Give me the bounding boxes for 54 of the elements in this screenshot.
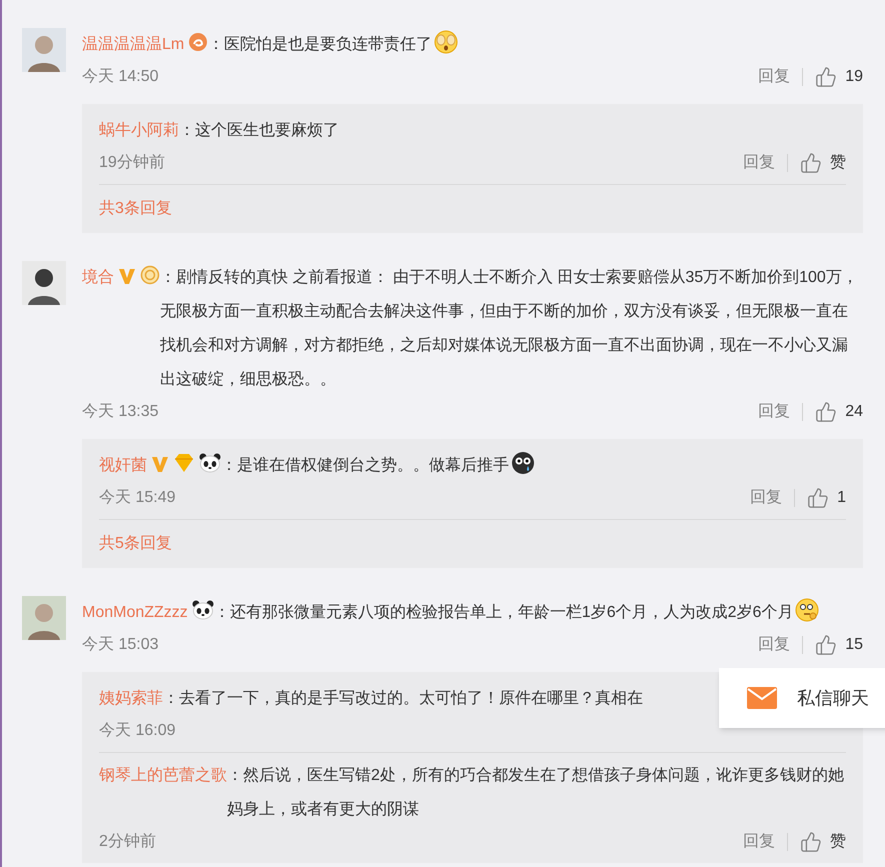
emoji-face-icon xyxy=(434,30,458,54)
comment-text: ：去看了一下，真的是手写改过的。太可怕了！原件在哪里？真相在 xyxy=(163,690,643,707)
timestamp: 今天 15:49 xyxy=(99,488,176,508)
username-link[interactable]: 蜗牛小阿莉 xyxy=(99,122,179,139)
timestamp: 今天 16:09 xyxy=(99,721,176,741)
username-link[interactable]: MonMonZZzzz xyxy=(82,604,188,621)
comment-text: ：还有那张微量元素八项的检验报告单上，年龄一栏1岁6个月，人为改成2岁6个月 xyxy=(214,604,794,621)
verified-badge-icon xyxy=(118,267,136,285)
reply-button[interactable]: 回复 xyxy=(758,633,790,657)
emoji-face-icon xyxy=(511,451,535,475)
verified-badge-icon xyxy=(151,455,169,473)
comment-text: ：剧情反转的真快 之前看报道： 由于不明人士不断介入 田女士索要赔偿从35万不断加价到100万，无限极方面一直积极主动配合去解决这件事，但由于不断的加价，双方没有谈妥，但无限极一直在找机会和对方调解，对方都拒绝，之后却对媒体说无限极方面一直不出面协调，现在一不小心又漏出这破绽，细思极恐。。 xyxy=(160,269,858,388)
timestamp: 2分钟前 xyxy=(99,832,156,852)
reply-button[interactable]: 回复 xyxy=(743,151,775,175)
like-count: 19 xyxy=(845,67,863,87)
reply-button[interactable]: 回复 xyxy=(750,486,782,510)
comment-text: ：然后说，医生写错2处，所有的巧合都发生在了想借孩子身体问题，讹诈更多钱财的她妈身上，或者有更大的阴谋 xyxy=(227,767,844,818)
like-icon[interactable] xyxy=(800,831,822,853)
username-link[interactable]: 境合 xyxy=(82,269,114,286)
panda-icon xyxy=(199,453,221,473)
level-badge-icon xyxy=(188,32,208,52)
reply-button[interactable]: 回复 xyxy=(743,830,775,854)
like-count: 24 xyxy=(845,402,863,422)
timestamp: 今天 14:50 xyxy=(82,67,158,87)
username-link[interactable]: 温温温温温Lm xyxy=(82,36,184,53)
like-count: 赞 xyxy=(830,153,846,173)
timestamp: 19分钟前 xyxy=(99,153,165,173)
more-replies-link[interactable]: 共5条回复 xyxy=(99,535,172,552)
emoji-face-icon xyxy=(795,598,820,622)
more-replies-link[interactable]: 共3条回复 xyxy=(99,200,172,217)
comment-text: ：是谁在借权健倒台之势。。做幕后推手 xyxy=(221,457,509,474)
like-icon[interactable] xyxy=(815,634,838,656)
username-link[interactable]: 钢琴上的芭蕾之歌 xyxy=(99,767,227,784)
timestamp: 今天 13:35 xyxy=(82,402,158,422)
like-icon[interactable] xyxy=(800,152,822,174)
chat-button[interactable]: 私信聊天 xyxy=(719,668,885,728)
avatar[interactable] xyxy=(22,261,66,305)
like-count: 赞 xyxy=(830,832,846,852)
envelope-icon xyxy=(747,687,777,709)
username-link[interactable]: 姨妈索菲 xyxy=(99,690,163,707)
vip-diamond-icon xyxy=(173,453,195,473)
panda-icon xyxy=(192,600,214,620)
medal-icon xyxy=(140,265,160,285)
timestamp: 今天 15:03 xyxy=(82,635,158,655)
comment-text: ：医院怕是也是要负连带责任了 xyxy=(208,36,432,53)
username-link[interactable]: 视奸菌 xyxy=(99,457,147,474)
like-icon[interactable] xyxy=(815,401,838,423)
like-count: 15 xyxy=(845,635,863,655)
like-icon[interactable] xyxy=(807,487,830,509)
reply-button[interactable]: 回复 xyxy=(758,400,790,424)
like-icon[interactable] xyxy=(815,66,838,88)
like-count: 1 xyxy=(837,488,846,508)
comment-text: ：这个医生也要麻烦了 xyxy=(179,122,339,139)
reply-button[interactable]: 回复 xyxy=(758,65,790,89)
